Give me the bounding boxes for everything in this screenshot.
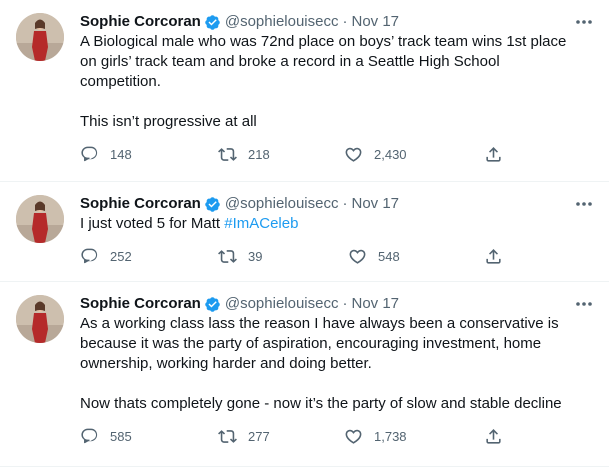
like-count: 1,738 xyxy=(374,428,407,444)
reply-icon xyxy=(81,428,98,443)
tweet-actions: 252 39 548 xyxy=(80,246,593,284)
reply-button[interactable]: 252 xyxy=(80,247,142,266)
tweet[interactable]: Sophie Corcoran @sophielouisecc · Nov 17… xyxy=(0,282,609,467)
retweet-icon xyxy=(218,249,237,263)
retweet-icon xyxy=(218,429,237,443)
like-count: 548 xyxy=(378,248,400,264)
share-icon xyxy=(486,146,501,162)
tweet-actions: 585 277 1,738 xyxy=(80,426,593,464)
retweet-count: 277 xyxy=(248,428,270,444)
like-icon xyxy=(349,249,366,264)
author-handle[interactable]: @sophielouisecc xyxy=(225,294,339,314)
tweet-date[interactable]: Nov 17 xyxy=(351,294,399,314)
retweet-button[interactable]: 39 xyxy=(218,247,280,266)
reply-count: 585 xyxy=(110,428,132,444)
avatar[interactable] xyxy=(16,195,64,243)
retweet-count: 39 xyxy=(248,248,263,264)
retweet-count: 218 xyxy=(248,146,270,162)
share-button[interactable] xyxy=(484,247,503,266)
tweet-text: A Biological male who was 72nd place on … xyxy=(80,33,567,130)
like-button[interactable]: 1,738 xyxy=(344,427,424,446)
more-options-icon[interactable] xyxy=(573,12,595,32)
hashtag-link[interactable]: #ImACeleb xyxy=(224,215,298,232)
avatar[interactable] xyxy=(16,13,64,61)
author-name[interactable]: Sophie Corcoran xyxy=(80,194,201,214)
tweet-text: I just voted 5 for Matt #ImACeleb xyxy=(80,214,580,234)
author-handle[interactable]: @sophielouisecc xyxy=(225,194,339,214)
author-name[interactable]: Sophie Corcoran xyxy=(80,12,201,32)
retweet-button[interactable]: 277 xyxy=(218,427,280,446)
separator-dot: · xyxy=(342,13,348,30)
like-button[interactable]: 2,430 xyxy=(344,145,424,164)
like-icon xyxy=(345,429,362,444)
tweet[interactable]: Sophie Corcoran @sophielouisecc · Nov 17… xyxy=(0,0,609,182)
tweet-header: Sophie Corcoran @sophielouisecc · Nov 17 xyxy=(80,294,593,314)
share-button[interactable] xyxy=(484,145,503,164)
share-button[interactable] xyxy=(484,427,503,446)
tweet-actions: 148 218 2,430 xyxy=(80,144,593,182)
author-name[interactable]: Sophie Corcoran xyxy=(80,294,201,314)
reply-button[interactable]: 148 xyxy=(80,145,142,164)
verified-badge-icon xyxy=(204,14,221,31)
more-options-icon[interactable] xyxy=(573,294,595,314)
separator-dot: · xyxy=(342,295,348,312)
retweet-button[interactable]: 218 xyxy=(218,145,280,164)
tweet-date[interactable]: Nov 17 xyxy=(351,12,399,32)
separator-dot: · xyxy=(342,195,348,212)
like-icon xyxy=(345,147,362,162)
reply-button[interactable]: 585 xyxy=(80,427,142,446)
share-icon xyxy=(486,428,501,444)
tweet-text: As a working class lass the reason I hav… xyxy=(80,315,562,412)
reply-icon xyxy=(81,146,98,161)
tweet-header: Sophie Corcoran @sophielouisecc · Nov 17 xyxy=(80,194,593,214)
tweet-header: Sophie Corcoran @sophielouisecc · Nov 17 xyxy=(80,12,593,32)
reply-count: 252 xyxy=(110,248,132,264)
reply-count: 148 xyxy=(110,146,132,162)
tweet-text-body: I just voted 5 for Matt xyxy=(80,215,225,232)
verified-badge-icon xyxy=(204,296,221,313)
like-button[interactable]: 548 xyxy=(348,247,428,266)
retweet-icon xyxy=(218,147,237,161)
verified-badge-icon xyxy=(204,196,221,213)
avatar[interactable] xyxy=(16,295,64,343)
share-icon xyxy=(486,248,501,264)
tweet[interactable]: Sophie Corcoran @sophielouisecc · Nov 17… xyxy=(0,182,609,282)
tweet-date[interactable]: Nov 17 xyxy=(351,194,399,214)
more-options-icon[interactable] xyxy=(573,194,595,214)
author-handle[interactable]: @sophielouisecc xyxy=(225,12,339,32)
reply-icon xyxy=(81,248,98,263)
like-count: 2,430 xyxy=(374,146,407,162)
